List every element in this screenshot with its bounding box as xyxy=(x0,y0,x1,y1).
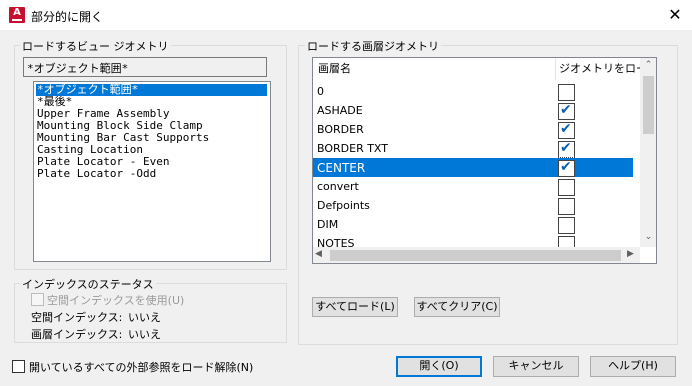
window-title: 部分的に開く xyxy=(31,10,104,24)
scroll-down-arrow-icon[interactable]: ⌄ xyxy=(640,232,656,242)
layer-name: ASHADE xyxy=(317,104,363,117)
layer-geometry-group-label: ロードする画層ジオメトリ xyxy=(305,38,441,54)
load-geometry-checkbox[interactable] xyxy=(558,198,575,215)
checkmark-icon: ✔ xyxy=(560,102,572,118)
load-geometry-checkbox[interactable] xyxy=(558,217,575,234)
column-divider xyxy=(555,58,556,80)
table-row[interactable]: 0 xyxy=(313,82,633,101)
column-header-layer-name[interactable]: 画層名 xyxy=(318,58,351,80)
close-icon[interactable]: ✕ xyxy=(664,4,686,26)
spatial-index-value: いいえ xyxy=(128,311,161,324)
layer-name: 0 xyxy=(317,85,324,98)
layer-name: BORDER xyxy=(317,123,364,136)
view-list[interactable]: *オブジェクト範囲* *最後* Upper Frame Assembly Mou… xyxy=(33,81,271,262)
current-view-field: *オブジェクト範囲* xyxy=(23,57,267,77)
view-geometry-group-label: ロードするビュー ジオメトリ xyxy=(20,38,171,54)
help-button[interactable]: ヘルプ(H) xyxy=(590,356,676,377)
load-geometry-checkbox[interactable]: ✔ xyxy=(558,140,575,158)
spatial-index-label: 空間インデックス: xyxy=(31,311,123,324)
layer-name: Defpoints xyxy=(317,199,370,212)
layer-name: convert xyxy=(317,180,359,193)
use-spatial-index-checkbox[interactable] xyxy=(31,293,44,306)
checkmark-icon: ✔ xyxy=(560,159,572,175)
horizontal-scrollbar[interactable]: ◀ ▶ xyxy=(313,247,640,263)
layer-name: DIM xyxy=(317,218,339,231)
load-geometry-checkbox[interactable]: ✔ xyxy=(558,121,575,139)
scroll-up-arrow-icon[interactable]: ⌃ xyxy=(640,60,656,70)
cancel-button[interactable]: キャンセル xyxy=(493,356,579,377)
scrollbar-thumb[interactable] xyxy=(330,250,621,261)
load-geometry-checkbox[interactable]: ✔ xyxy=(558,102,575,120)
scroll-left-arrow-icon[interactable]: ◀ xyxy=(315,249,322,259)
current-view-value: *オブジェクト範囲* xyxy=(27,62,129,75)
table-row[interactable]: Defpoints xyxy=(313,196,633,215)
table-row[interactable]: ASHADE ✔ xyxy=(313,101,633,120)
load-geometry-checkbox[interactable] xyxy=(558,84,575,101)
layer-grid[interactable]: 画層名 ジオメトリをロード 0 ASHADE ✔ BORDER ✔ BORDER… xyxy=(312,57,657,264)
unload-xrefs-checkbox[interactable] xyxy=(12,360,25,373)
table-row[interactable]: DIM xyxy=(313,215,633,234)
table-row[interactable]: BORDER TXT ✔ xyxy=(313,139,633,158)
title-bar: A 部分的に開く ✕ xyxy=(0,0,692,30)
scrollbar-thumb[interactable] xyxy=(643,76,654,134)
list-item[interactable]: Plate Locator -Odd xyxy=(37,168,156,180)
load-all-button[interactable]: すべてロード(L) xyxy=(312,297,398,317)
load-geometry-checkbox[interactable] xyxy=(558,179,575,196)
vertical-scrollbar[interactable]: ⌃ ⌄ xyxy=(640,58,656,247)
checkmark-icon: ✔ xyxy=(560,140,572,156)
open-button[interactable]: 開く(O) xyxy=(396,356,482,377)
table-row[interactable]: BORDER ✔ xyxy=(313,120,633,139)
layer-name: CENTER xyxy=(317,161,366,175)
load-geometry-checkbox[interactable]: ✔ xyxy=(558,159,575,177)
autocad-app-icon: A xyxy=(9,7,25,23)
unload-xrefs-label: 開いているすべての外部参照をロード解除(N) xyxy=(29,361,254,374)
layer-index-label: 画層インデックス: xyxy=(31,328,123,341)
table-row-selected[interactable]: CENTER ✔ xyxy=(313,157,634,178)
layer-name: BORDER TXT xyxy=(317,142,388,155)
use-spatial-index-label: 空間インデックスを使用(U) xyxy=(47,294,185,307)
index-status-group-label: インデックスのステータス xyxy=(20,276,156,292)
clear-all-button[interactable]: すべてクリア(C) xyxy=(414,297,500,317)
layer-index-value: いいえ xyxy=(128,328,161,341)
table-row[interactable]: convert xyxy=(313,177,633,196)
scroll-right-arrow-icon[interactable]: ▶ xyxy=(627,249,634,259)
checkmark-icon: ✔ xyxy=(560,121,572,137)
